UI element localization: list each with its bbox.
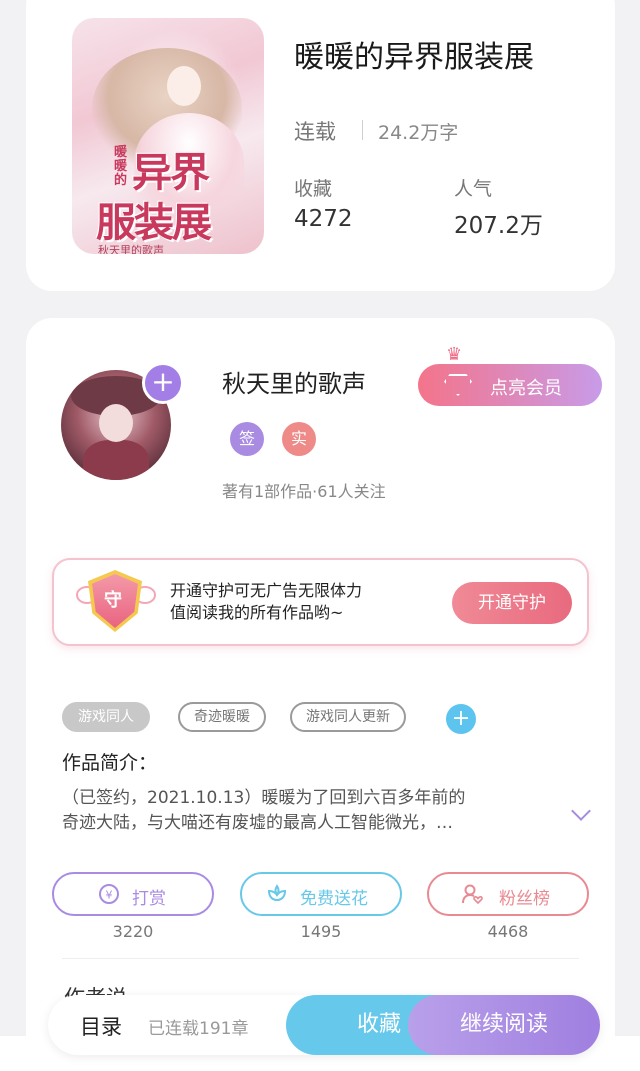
flower-count: 1495 xyxy=(300,922,342,941)
word-count: 24.2万字 xyxy=(378,122,459,144)
tag-game-fanfic[interactable]: 游戏同人 xyxy=(62,702,150,732)
crown-icon: ♛ xyxy=(446,344,463,365)
stat-favorites-value: 4272 xyxy=(294,206,353,232)
author-meta: 著有1部作品·61人关注 xyxy=(222,482,386,501)
intro-text-line1: （已签约，2021.10.13）暖暖为了回到六百多年前的 xyxy=(62,788,466,808)
verified-badge: 实 xyxy=(282,422,316,456)
fan-ranking-label: 粉丝榜 xyxy=(499,889,550,909)
author-name[interactable]: 秋天里的歌声 xyxy=(222,364,366,399)
stat-popularity-label: 人气 xyxy=(454,178,493,200)
vip-button[interactable]: ♛ 点亮会员 xyxy=(418,344,602,406)
guard-text: 开通守护可无广告无限体力 值阅读我的所有作品哟~ xyxy=(170,580,362,624)
bottom-action-bar: 目录 已连载191章 收藏 继续阅读 xyxy=(48,995,600,1055)
tip-label: 打赏 xyxy=(132,889,166,909)
author-detail-card: + 秋天里的歌声 签 实 著有1部作品·61人关注 ♛ 点亮会员 守 开通守护可… xyxy=(26,318,615,1071)
expand-chevron-icon[interactable] xyxy=(571,801,591,821)
fan-user-icon xyxy=(462,884,483,905)
tag-miracle-nikki[interactable]: 奇迹暖暖 xyxy=(178,702,266,732)
book-title: 暖暖的异界服装展 xyxy=(294,40,534,75)
avatar-body xyxy=(83,440,149,480)
shield-char: 守 xyxy=(104,590,122,611)
tag-game-fanfic-update[interactable]: 游戏同人更新 xyxy=(290,702,406,732)
continue-reading-button[interactable]: 继续阅读 xyxy=(408,995,600,1055)
book-info-card: 暖暖的 异界 服装展 秋天里的歌声 暖暖的异界服装展 连载 24.2万字 收藏 … xyxy=(26,0,615,291)
book-cover[interactable]: 暖暖的 异界 服装展 秋天里的歌声 xyxy=(72,18,264,254)
intro-text-line2: 奇迹大陆，与大喵还有废墟的最高人工智能微光，… xyxy=(62,813,453,833)
open-guard-button[interactable]: 开通守护 xyxy=(452,582,572,624)
cover-title-small: 暖暖的 xyxy=(114,145,128,188)
follow-plus-icon[interactable]: + xyxy=(142,362,184,404)
chapter-count: 已连载191章 xyxy=(148,1019,249,1039)
stat-popularity-value: 207.2万 xyxy=(454,213,543,239)
tip-count: 3220 xyxy=(112,922,154,941)
intro-text: （已签约，2021.10.13）暖暖为了回到六百多年前的 奇迹大陆，与大喵还有废… xyxy=(62,786,562,836)
diamond-icon xyxy=(444,374,472,396)
fan-ranking-button[interactable]: 粉丝榜 xyxy=(427,872,589,916)
book-status: 连载 xyxy=(294,120,336,144)
tip-button[interactable]: ¥ 打赏 xyxy=(52,872,214,916)
flower-icon xyxy=(267,884,287,902)
yen-coin-icon: ¥ xyxy=(99,884,119,904)
guard-text-line2: 值阅读我的所有作品哟~ xyxy=(170,603,344,622)
intro-label: 作品简介： xyxy=(62,752,158,774)
cover-art-face xyxy=(167,66,201,106)
svg-text:¥: ¥ xyxy=(106,889,113,902)
stat-favorites-label: 收藏 xyxy=(294,178,333,200)
signed-badge: 签 xyxy=(230,422,264,456)
avatar-face xyxy=(99,404,133,442)
fan-count: 4468 xyxy=(487,922,529,941)
send-flower-button[interactable]: 免费送花 xyxy=(240,872,402,916)
section-divider xyxy=(62,958,579,959)
cover-author: 秋天里的歌声 xyxy=(98,244,164,254)
cover-title-line2: 服装展 xyxy=(96,199,212,246)
add-tag-icon[interactable]: + xyxy=(446,704,476,734)
send-flower-label: 免费送花 xyxy=(300,889,368,909)
status-divider xyxy=(362,120,363,140)
guard-text-line1: 开通守护可无广告无限体力 xyxy=(170,581,363,600)
vip-label: 点亮会员 xyxy=(490,378,562,399)
toc-button[interactable]: 目录 xyxy=(80,1011,122,1041)
guard-banner: 守 开通守护可无广告无限体力 值阅读我的所有作品哟~ 开通守护 xyxy=(52,558,589,646)
